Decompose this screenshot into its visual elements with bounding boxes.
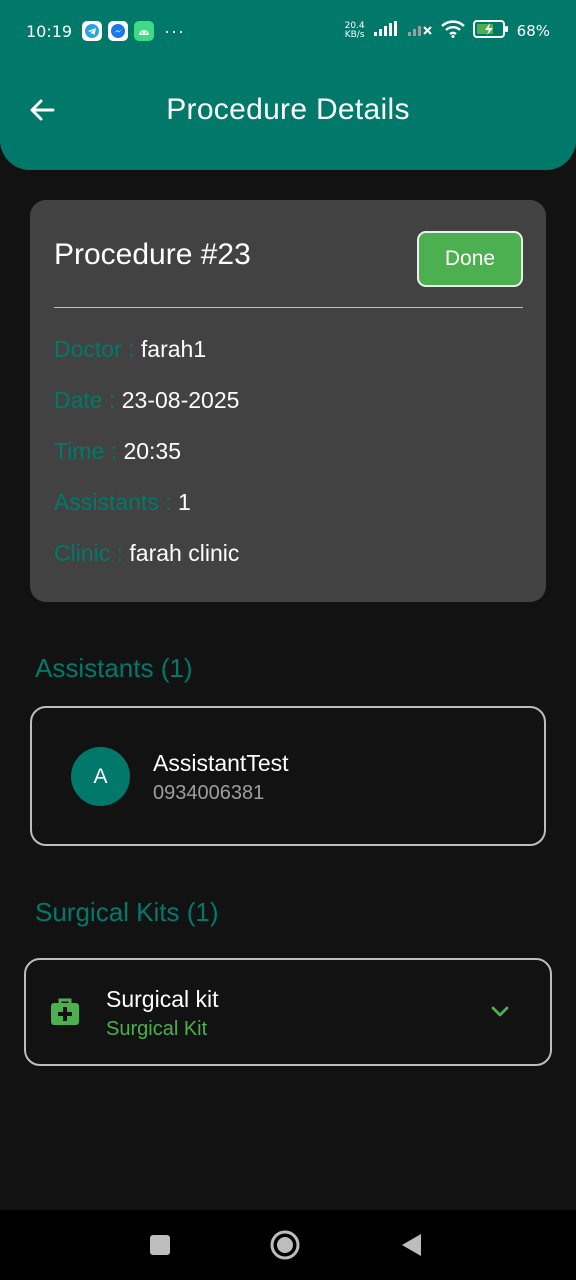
surgical-kits-section-title: Surgical Kits (1) xyxy=(35,897,219,927)
back-button[interactable] xyxy=(24,92,60,128)
battery-percent: 68% xyxy=(516,22,550,40)
surgical-kit-item[interactable]: Surgical kit Surgical Kit xyxy=(24,958,552,1066)
more-notifications-icon: ··· xyxy=(164,21,186,41)
doctor-row: Doctor : farah1 xyxy=(54,336,206,363)
assistant-list-item[interactable]: A AssistantTest 0934006381 xyxy=(30,706,546,846)
assistants-value: 1 xyxy=(177,489,191,515)
date-value: 23-08-2025 xyxy=(121,387,240,413)
time-value: 20:35 xyxy=(123,438,181,464)
signal-icon xyxy=(373,20,399,42)
medical-kit-icon xyxy=(51,998,79,1025)
clinic-row: Clinic : farah clinic xyxy=(54,540,239,567)
clinic-label: Clinic : xyxy=(54,540,130,566)
signal-no-service-icon xyxy=(407,21,433,42)
procedure-title: Procedure #23 xyxy=(54,238,251,271)
assistant-name: AssistantTest xyxy=(153,750,289,776)
app-bar: Procedure Details xyxy=(0,75,576,145)
date-label: Date : xyxy=(54,387,122,413)
status-time: 10:19 xyxy=(26,21,73,41)
procedure-card: Procedure #23 Done Doctor : farah1 Date … xyxy=(30,200,546,602)
home-button[interactable] xyxy=(270,1230,300,1260)
recent-apps-button[interactable] xyxy=(145,1230,175,1260)
date-row: Date : 23-08-2025 xyxy=(54,387,239,414)
page-title: Procedure Details xyxy=(166,93,410,126)
doctor-label: Doctor : xyxy=(54,336,141,362)
triangle-back-icon xyxy=(402,1234,421,1256)
time-row: Time : 20:35 xyxy=(54,438,181,465)
clinic-value: farah clinic xyxy=(129,540,240,566)
system-navigation-bar xyxy=(0,1210,576,1280)
app-header: 10:19 ··· 20.4 KB/s 68% Procedure Detail… xyxy=(0,0,576,170)
battery-icon xyxy=(472,19,509,43)
assistants-section-title: Assistants (1) xyxy=(35,653,193,683)
telegram-icon xyxy=(82,21,103,41)
time-label: Time : xyxy=(54,438,124,464)
messenger-icon xyxy=(108,21,129,41)
assistant-phone: 0934006381 xyxy=(153,782,265,804)
circle-icon xyxy=(270,1230,300,1260)
android-icon xyxy=(134,21,155,41)
chevron-down-icon[interactable] xyxy=(488,1000,512,1024)
assistants-label: Assistants : xyxy=(54,489,178,515)
status-done-button[interactable]: Done xyxy=(417,231,523,287)
kit-type: Surgical Kit xyxy=(106,1018,208,1040)
back-nav-button[interactable] xyxy=(396,1230,426,1260)
arrow-left-icon xyxy=(30,99,55,121)
status-bar: 10:19 ··· 20.4 KB/s 68% xyxy=(0,0,576,62)
avatar: A xyxy=(71,747,130,806)
assistants-row: Assistants : 1 xyxy=(54,489,191,516)
divider xyxy=(54,307,523,308)
square-icon xyxy=(150,1235,170,1255)
doctor-value: farah1 xyxy=(140,336,207,362)
wifi-icon xyxy=(440,19,465,43)
kit-name: Surgical kit xyxy=(106,986,219,1012)
network-speed: 20.4 KB/s xyxy=(344,21,365,40)
